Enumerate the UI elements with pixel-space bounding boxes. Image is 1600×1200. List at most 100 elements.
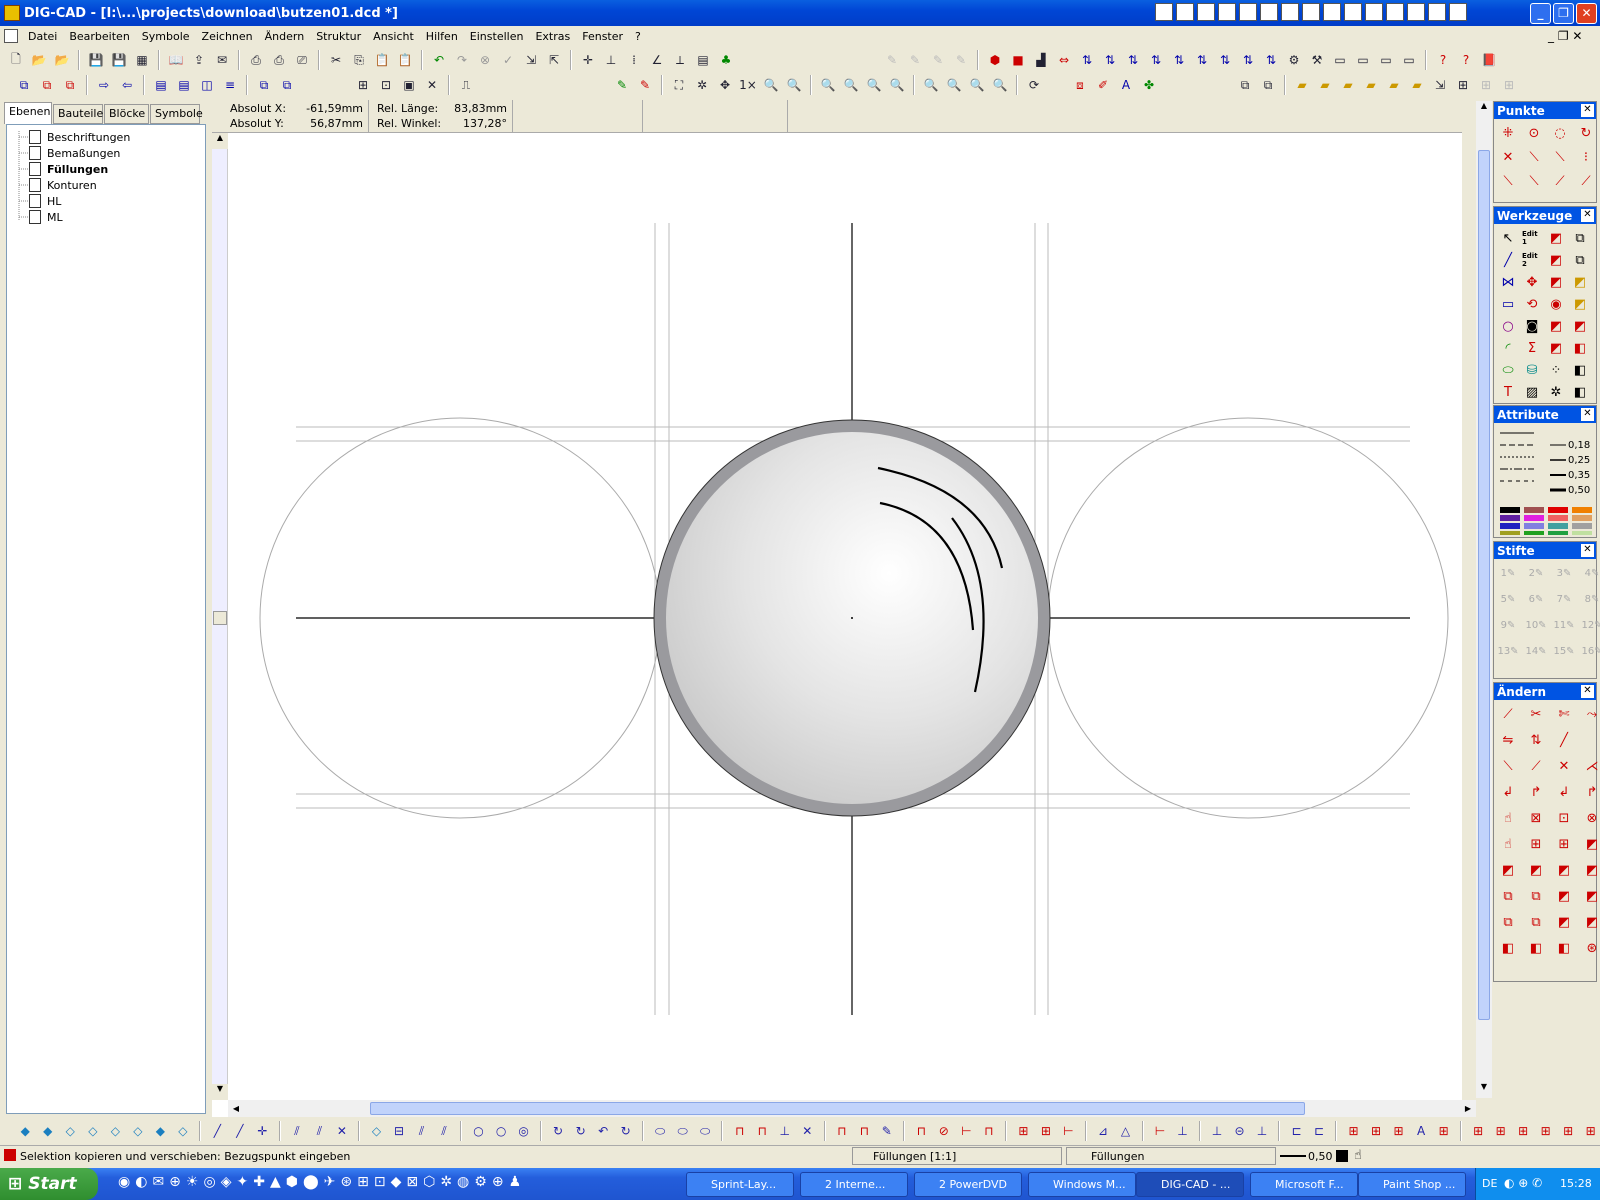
pen-button[interactable]: 7✎ xyxy=(1554,589,1574,609)
window4-icon[interactable]: ▭ xyxy=(1399,50,1419,70)
block-tool3-icon[interactable]: ◩ xyxy=(1546,250,1566,270)
draw-tool-icon[interactable]: A xyxy=(1412,1121,1431,1141)
snap9-icon[interactable]: ⇅ xyxy=(1261,50,1281,70)
draw-tool-icon[interactable]: ◇ xyxy=(61,1121,80,1141)
ellipse-icon[interactable]: ⬭ xyxy=(1498,360,1518,380)
align-icon[interactable]: ≡ xyxy=(220,75,240,95)
menu-struktur[interactable]: Struktur xyxy=(310,30,367,43)
close-icon[interactable]: ✕ xyxy=(1581,209,1594,222)
arrange-icon[interactable]: ▤ xyxy=(151,75,171,95)
modify-tool-icon[interactable]: ⧉ xyxy=(1526,886,1546,906)
layer-item[interactable]: Konturen xyxy=(29,177,97,193)
modify-tool-icon[interactable]: ⟋ xyxy=(1526,756,1546,776)
copy-block-icon[interactable]: ⧉ xyxy=(1235,75,1255,95)
modify-tool-icon[interactable]: ↱ xyxy=(1582,782,1600,802)
modify-tool-icon[interactable]: ◧ xyxy=(1554,938,1574,958)
zoom7-icon[interactable]: 🔍 xyxy=(967,75,987,95)
layer-item[interactable]: Bemaßungen xyxy=(29,145,120,161)
block5-icon[interactable]: ▰ xyxy=(1384,75,1404,95)
quicklaunch-icon[interactable] xyxy=(1239,3,1257,21)
draw-tool-icon[interactable]: ↻ xyxy=(549,1121,568,1141)
color-swatch[interactable] xyxy=(1572,523,1592,529)
open-file-icon[interactable]: 📂 xyxy=(29,50,49,70)
arc-icon[interactable]: ◜ xyxy=(1498,338,1518,358)
scroll-up-arrow-icon[interactable]: ▲ xyxy=(1476,101,1492,117)
quicklaunch-icon[interactable]: ⬡ xyxy=(423,1174,435,1190)
hatch-icon[interactable]: ▨ xyxy=(1522,382,1542,402)
modify-tool-icon[interactable] xyxy=(1582,730,1600,750)
modify-tool-icon[interactable]: ⇋ xyxy=(1498,730,1518,750)
modify-tool-icon[interactable]: ◩ xyxy=(1582,834,1600,854)
paste-special-icon[interactable]: 📋 xyxy=(395,50,415,70)
settings-icon[interactable]: ⚙ xyxy=(1284,50,1304,70)
quicklaunch-icon[interactable] xyxy=(1155,3,1173,21)
dimension-icon[interactable]: ⇔ xyxy=(1054,50,1074,70)
draw-tool-icon[interactable]: ⊓ xyxy=(833,1121,852,1141)
layer-item[interactable]: ML xyxy=(29,209,63,225)
line-icon[interactable]: ╱ xyxy=(1498,250,1518,270)
crosshair-icon[interactable]: ✛ xyxy=(578,50,598,70)
window3-icon[interactable]: ▭ xyxy=(1376,50,1396,70)
color-swatches[interactable] xyxy=(1500,507,1592,537)
tab-bloecke[interactable]: Blöcke xyxy=(104,104,149,124)
draw-tool-icon[interactable]: ⫽ xyxy=(310,1121,329,1141)
scroll-up-arrow-icon[interactable]: ▲ xyxy=(212,133,228,149)
quicklaunch-icon[interactable]: ◈ xyxy=(221,1174,232,1190)
zoom6-icon[interactable]: 🔍 xyxy=(944,75,964,95)
quicklaunch-icon[interactable] xyxy=(1176,3,1194,21)
scroll-down-arrow-icon[interactable]: ▼ xyxy=(1476,1082,1492,1098)
copy-icon[interactable]: ⎘ xyxy=(349,50,369,70)
close-icon[interactable]: ✕ xyxy=(1581,408,1594,421)
draw-tool-icon[interactable]: ⊞ xyxy=(1434,1121,1453,1141)
split-icon[interactable]: ◫ xyxy=(197,75,217,95)
point-line-icon[interactable]: ⟍ xyxy=(1524,147,1544,167)
draw-tool-icon[interactable]: ⊞ xyxy=(1581,1121,1600,1141)
quicklaunch-icon[interactable] xyxy=(1323,3,1341,21)
point-div-icon[interactable]: ⁝ xyxy=(1576,147,1596,167)
draw-tool-icon[interactable]: ⊓ xyxy=(753,1121,772,1141)
draw-tool-icon[interactable]: ⊞ xyxy=(1559,1121,1578,1141)
arrange2-icon[interactable]: ▤ xyxy=(174,75,194,95)
hand-icon[interactable]: ☝ xyxy=(1354,1148,1362,1163)
taskbar-item[interactable]: 2 Interne... xyxy=(800,1172,908,1197)
color-swatch[interactable] xyxy=(1548,507,1568,513)
angle-icon[interactable]: ∠ xyxy=(647,50,667,70)
open-recent-icon[interactable]: 📂 xyxy=(52,50,72,70)
modify-tool-icon[interactable]: ↲ xyxy=(1498,782,1518,802)
zoom-1x-icon[interactable]: 1× xyxy=(738,75,758,95)
cut-icon[interactable]: ✂ xyxy=(326,50,346,70)
menu-zeichnen[interactable]: Zeichnen xyxy=(196,30,259,43)
draw-tool-icon[interactable]: ◎ xyxy=(514,1121,533,1141)
quicklaunch-icon[interactable]: ◎ xyxy=(203,1174,215,1190)
pen-button[interactable]: 14✎ xyxy=(1525,641,1546,661)
modify-tool-icon[interactable]: ⋌ xyxy=(1582,756,1600,776)
quicklaunch-icon[interactable]: ⚙ xyxy=(474,1174,487,1190)
color-swatch[interactable] xyxy=(1524,515,1544,521)
modify-tool-icon[interactable]: ◩ xyxy=(1554,912,1574,932)
cube-tool-icon[interactable]: ◧ xyxy=(1570,338,1590,358)
taskbar-item[interactable]: Sprint-Lay... xyxy=(686,1172,794,1197)
window-icon[interactable]: ▭ xyxy=(1330,50,1350,70)
quicklaunch-icon[interactable]: ⊞ xyxy=(357,1174,369,1190)
draw-tool-icon[interactable]: ✎ xyxy=(878,1121,897,1141)
draw-tool-icon[interactable]: ⊢ xyxy=(957,1121,976,1141)
draw-tool-icon[interactable]: ⊞ xyxy=(1514,1121,1533,1141)
modify-tool-icon[interactable]: ◩ xyxy=(1554,860,1574,880)
zoom-all-icon[interactable]: ✲ xyxy=(692,75,712,95)
draw-tool-icon[interactable]: ⊞ xyxy=(1367,1121,1386,1141)
attribute-controls[interactable]: 0,18 0,25 0,35 0,50 xyxy=(1494,423,1598,537)
menu-aendern[interactable]: Ändern xyxy=(259,30,311,43)
color-swatch[interactable] xyxy=(1500,531,1520,537)
modify-tool-icon[interactable]: ◩ xyxy=(1582,860,1600,880)
tree-icon[interactable]: ♣ xyxy=(716,50,736,70)
menu-symbole[interactable]: Symbole xyxy=(136,30,196,43)
modify-tool-icon[interactable]: ⧉ xyxy=(1498,886,1518,906)
rectangle-icon[interactable]: ▭ xyxy=(1498,294,1518,314)
quicklaunch-icon[interactable]: ◆ xyxy=(391,1174,402,1190)
draw-tool-icon[interactable]: ⊞ xyxy=(1037,1121,1056,1141)
select-area-icon[interactable]: ⊡ xyxy=(376,75,396,95)
draw-tool-icon[interactable]: ⊏ xyxy=(1287,1121,1306,1141)
draw-tool-icon[interactable]: ⬭ xyxy=(673,1121,692,1141)
layer-up-icon[interactable]: ⧉ xyxy=(14,75,34,95)
undo-icon[interactable]: ↶ xyxy=(429,50,449,70)
